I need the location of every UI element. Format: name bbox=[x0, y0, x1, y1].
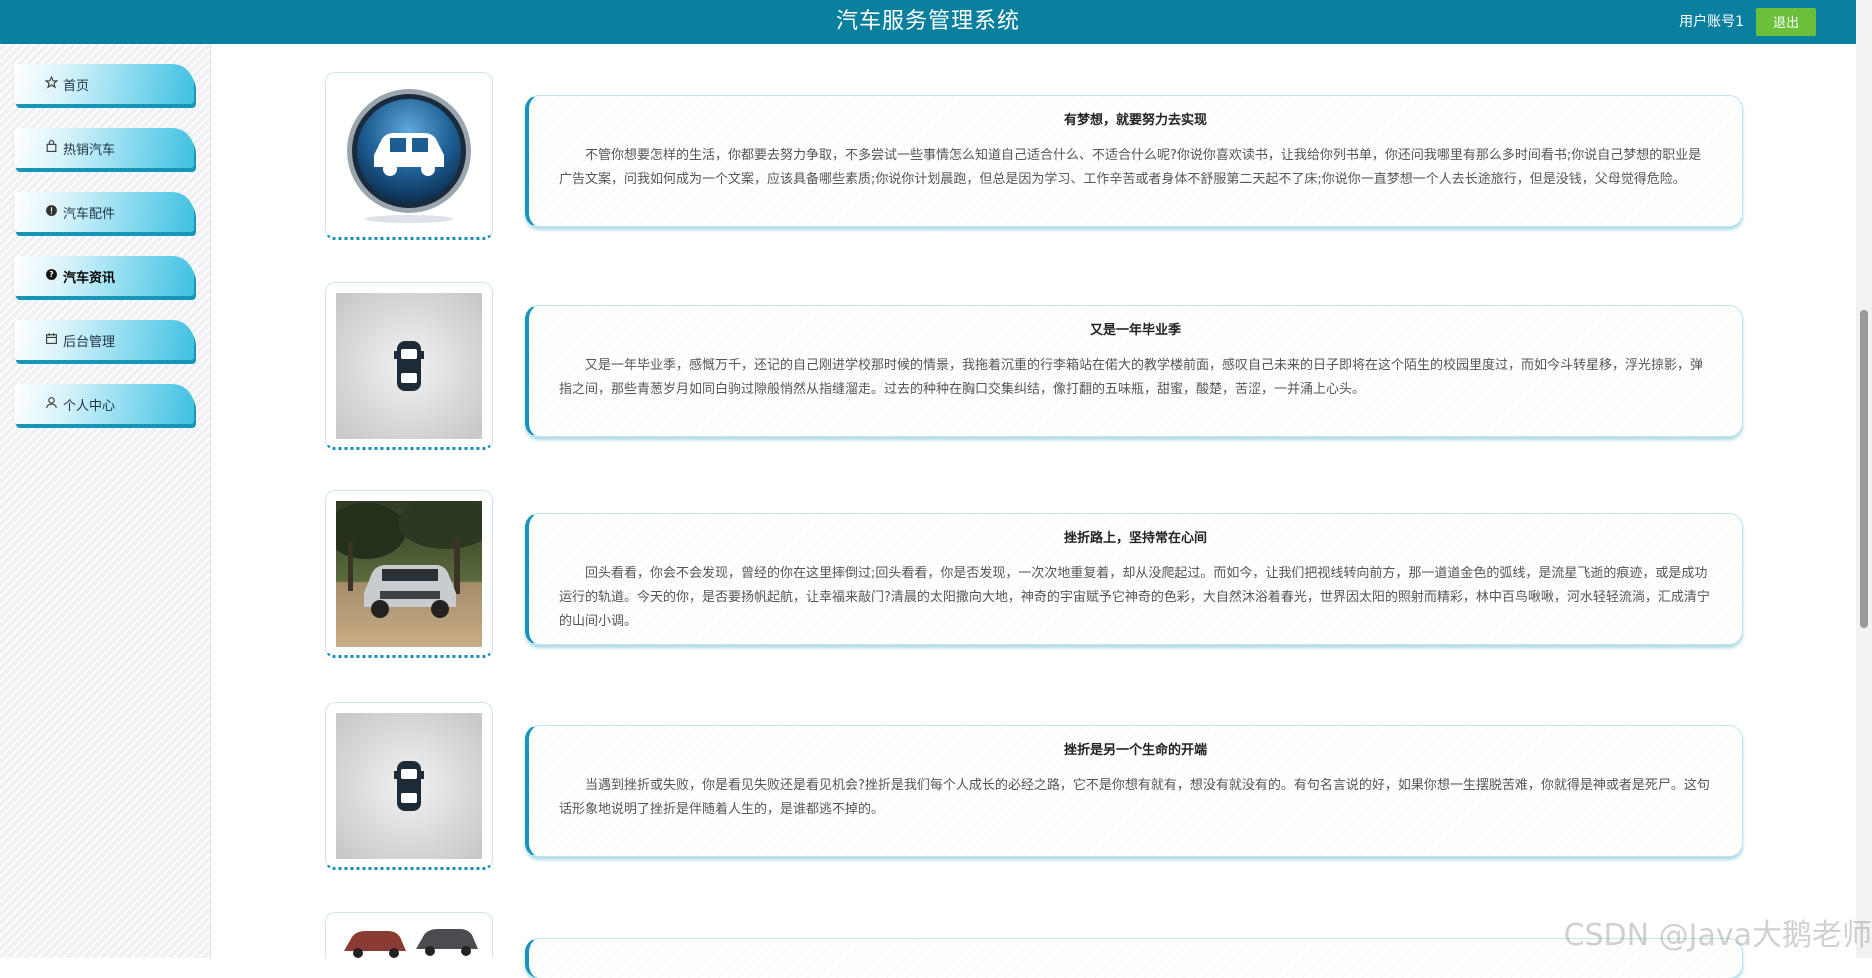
sidebar-item-label: 个人中心 bbox=[63, 398, 116, 414]
car-button-icon bbox=[336, 83, 482, 229]
news-thumbnail[interactable] bbox=[325, 702, 493, 870]
sidebar-item-car-parts[interactable]: 汽车配件 bbox=[14, 192, 194, 232]
news-summary: 当遇到挫折或失败，你是看见失败还是看见机会?挫折是我们每个人成长的必经之路，它不… bbox=[559, 778, 1710, 817]
calendar-icon bbox=[44, 332, 58, 346]
news-card[interactable] bbox=[525, 938, 1743, 978]
bag-icon bbox=[44, 140, 58, 154]
car-topview-icon bbox=[336, 293, 482, 439]
sidebar-item-label: 热销汽车 bbox=[63, 142, 116, 158]
app-title: 汽车服务管理系统 bbox=[835, 9, 1020, 34]
sidebar-item-label: 汽车资讯 bbox=[63, 270, 116, 286]
sidebar-item-home[interactable]: 首页 bbox=[14, 64, 194, 104]
suv-photo bbox=[336, 501, 482, 647]
sidebar-item-admin[interactable]: 后台管理 bbox=[14, 320, 194, 360]
news-summary: 又是一年毕业季，感慨万千，还记的自己刚进学校那时候的情景，我拖着沉重的行李箱站在… bbox=[559, 358, 1704, 397]
svg-text:?: ? bbox=[49, 270, 53, 279]
news-card[interactable]: 挫折是另一个生命的开端 当遇到挫折或失败，你是看见失败还是看见机会?挫折是我们每… bbox=[525, 725, 1743, 857]
news-thumbnail[interactable] bbox=[325, 72, 493, 240]
info-circle-icon bbox=[44, 204, 58, 218]
scrollbar-thumb[interactable] bbox=[1860, 310, 1868, 628]
news-summary: 不管你想要怎样的生活，你都要去努力争取，不多尝试一些事情怎么知道自己适合什么、不… bbox=[559, 148, 1702, 187]
sidebar-item-car-news[interactable]: ? 汽车资讯 bbox=[14, 256, 194, 296]
news-card[interactable]: 挫折路上，坚持常在心间 回头看看，你会不会发现，曾经的你在这里摔倒过;回头看看，… bbox=[525, 513, 1743, 645]
news-thumbnail[interactable] bbox=[325, 490, 493, 658]
news-title[interactable]: 挫折路上，坚持常在心间 bbox=[559, 530, 1712, 548]
sidebar: 首页 热销汽车 汽车配件 ? 汽车资讯 后台管理 个人中心 bbox=[0, 44, 211, 958]
account-name[interactable]: 用户账号1 bbox=[1679, 0, 1744, 44]
top-header: 汽车服务管理系统 用户账号1 退出 bbox=[0, 0, 1856, 44]
news-title[interactable]: 挫折是另一个生命的开端 bbox=[559, 742, 1712, 760]
logout-button[interactable]: 退出 bbox=[1756, 8, 1816, 36]
sidebar-item-profile[interactable]: 个人中心 bbox=[14, 384, 194, 424]
sidebar-item-hot-cars[interactable]: 热销汽车 bbox=[14, 128, 194, 168]
user-icon bbox=[44, 396, 58, 410]
news-summary: 回头看看，你会不会发现，曾经的你在这里摔倒过;回头看看，你是否发现，一次次地重复… bbox=[559, 566, 1710, 629]
car-topview-icon bbox=[336, 713, 482, 859]
news-title[interactable]: 有梦想，就要努力去实现 bbox=[559, 112, 1712, 130]
watermark-text: CSDN @Java大鹅老师 bbox=[1563, 918, 1872, 953]
car-parts-photo bbox=[336, 923, 482, 959]
news-card[interactable]: 有梦想，就要努力去实现 不管你想要怎样的生活，你都要去努力争取，不多尝试一些事情… bbox=[525, 95, 1743, 227]
question-circle-icon: ? bbox=[44, 268, 58, 282]
page-scrollbar[interactable] bbox=[1856, 0, 1872, 958]
sidebar-item-label: 汽车配件 bbox=[63, 206, 116, 222]
news-card[interactable]: 又是一年毕业季 又是一年毕业季，感慨万千，还记的自己刚进学校那时候的情景，我拖着… bbox=[525, 305, 1743, 437]
news-thumbnail[interactable] bbox=[325, 912, 493, 959]
sidebar-item-label: 后台管理 bbox=[63, 334, 116, 350]
news-title[interactable]: 又是一年毕业季 bbox=[559, 322, 1712, 340]
star-icon bbox=[44, 75, 58, 90]
news-thumbnail[interactable] bbox=[325, 282, 493, 450]
sidebar-item-label: 首页 bbox=[63, 78, 90, 94]
